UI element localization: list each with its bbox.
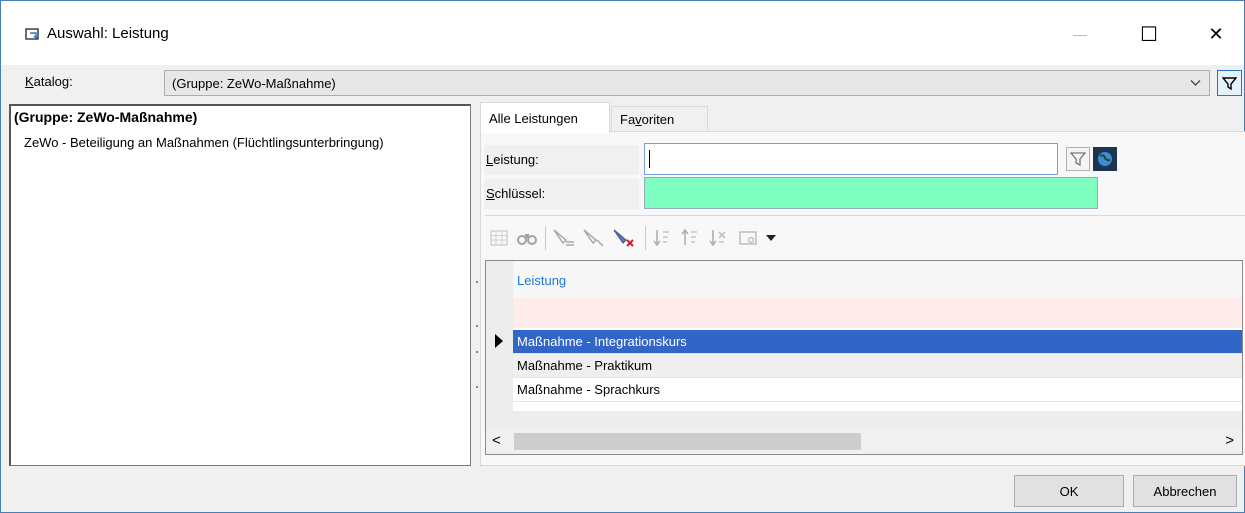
leistung-label: Leistung: xyxy=(484,145,639,175)
filter-icon xyxy=(1222,76,1237,90)
globe-search-button[interactable] xyxy=(1093,147,1117,171)
select-all-button[interactable] xyxy=(489,227,509,249)
katalog-label: Katalog: xyxy=(25,74,73,89)
find-button[interactable] xyxy=(515,227,539,249)
sort-descending-button[interactable] xyxy=(651,227,673,249)
funnel-remove-icon xyxy=(613,229,634,247)
window-title: Auswahl: Leistung xyxy=(47,25,169,42)
leistung-input[interactable] xyxy=(644,143,1058,175)
schluessel-label: Schlüssel: xyxy=(484,179,639,209)
binoculars-icon xyxy=(517,234,537,245)
cancel-button[interactable]: Abbrechen xyxy=(1133,475,1237,507)
table-row[interactable]: Maßnahme - Sprachkurs xyxy=(513,378,1242,402)
window-icon xyxy=(25,28,39,40)
katalog-dropdown[interactable]: (Gruppe: ZeWo-Maßnahme) xyxy=(164,70,1210,96)
leistung-filter-button[interactable] xyxy=(1066,147,1090,171)
minimize-icon: — xyxy=(1073,26,1087,42)
grid-select-icon xyxy=(490,230,508,246)
close-button[interactable]: ✕ xyxy=(1193,17,1239,51)
table-row[interactable]: Maßnahme - Integrationskurs xyxy=(513,330,1242,354)
caret-down-icon xyxy=(766,235,776,241)
sort-clear-icon xyxy=(709,230,726,247)
tree-item[interactable]: ZeWo - Beteiligung an Maßnahmen (Flüchtl… xyxy=(24,135,384,150)
toolbar-dropdown-button[interactable] xyxy=(765,227,777,249)
minimize-button[interactable]: — xyxy=(1057,17,1103,51)
grid-filter-row[interactable] xyxy=(513,298,1242,328)
clear-filter-button[interactable] xyxy=(611,227,637,249)
current-row-pointer-icon xyxy=(495,334,503,348)
scroll-left-icon[interactable]: < xyxy=(492,432,501,449)
scrollbar-thumb[interactable] xyxy=(514,433,861,450)
tab-alle-leistungen[interactable]: Alle Leistungen xyxy=(480,102,610,133)
dialog-window: Auswahl: Leistung — ☐ ✕ Katalog: (Gruppe… xyxy=(0,0,1245,513)
horizontal-scrollbar[interactable]: < > xyxy=(486,429,1242,454)
globe-icon xyxy=(1098,152,1112,166)
filter-icon xyxy=(1070,152,1086,167)
tree-group-node[interactable]: (Gruppe: ZeWo-Maßnahme) xyxy=(14,109,197,125)
close-icon: ✕ xyxy=(1208,23,1224,44)
sort-up-icon xyxy=(681,228,697,245)
maximize-button[interactable]: ☐ xyxy=(1126,17,1172,51)
result-grid[interactable]: Leistung Maßnahme - Integrationskurs Maß… xyxy=(485,260,1243,455)
katalog-selected-value: (Gruppe: ZeWo-Maßnahme) xyxy=(172,76,336,91)
clear-sort-button[interactable] xyxy=(707,227,729,249)
filter-equals-button[interactable] xyxy=(551,227,577,249)
print-preview-button[interactable] xyxy=(735,227,763,249)
funnel-equals-icon xyxy=(553,229,574,246)
grid-empty-area xyxy=(486,411,1242,429)
text-caret xyxy=(649,150,650,168)
preview-icon xyxy=(739,231,757,245)
sort-ascending-button[interactable] xyxy=(679,227,701,249)
grid-toolbar xyxy=(485,215,1245,255)
scroll-right-icon[interactable]: > xyxy=(1225,432,1234,449)
ok-button[interactable]: OK xyxy=(1014,475,1124,507)
maximize-icon: ☐ xyxy=(1140,23,1158,46)
tab-panel: Leistung: Schlüssel: Leistung Maßnahme -… xyxy=(480,131,1245,466)
funnel-select-icon xyxy=(583,229,604,247)
group-tree[interactable]: (Gruppe: ZeWo-Maßnahme) ZeWo - Beteiligu… xyxy=(9,104,471,466)
title-bar: Auswahl: Leistung — ☐ ✕ xyxy=(1,1,1244,65)
schluessel-input[interactable] xyxy=(644,177,1098,209)
tab-favoriten[interactable]: Favoriten xyxy=(611,106,708,132)
chevron-down-icon xyxy=(1190,80,1201,86)
filter-selection-button[interactable] xyxy=(581,227,607,249)
column-header-leistung[interactable]: Leistung xyxy=(513,261,1242,298)
katalog-filter-button[interactable] xyxy=(1217,70,1242,96)
table-row[interactable]: Maßnahme - Praktikum xyxy=(513,354,1242,378)
sort-down-icon xyxy=(653,230,669,247)
